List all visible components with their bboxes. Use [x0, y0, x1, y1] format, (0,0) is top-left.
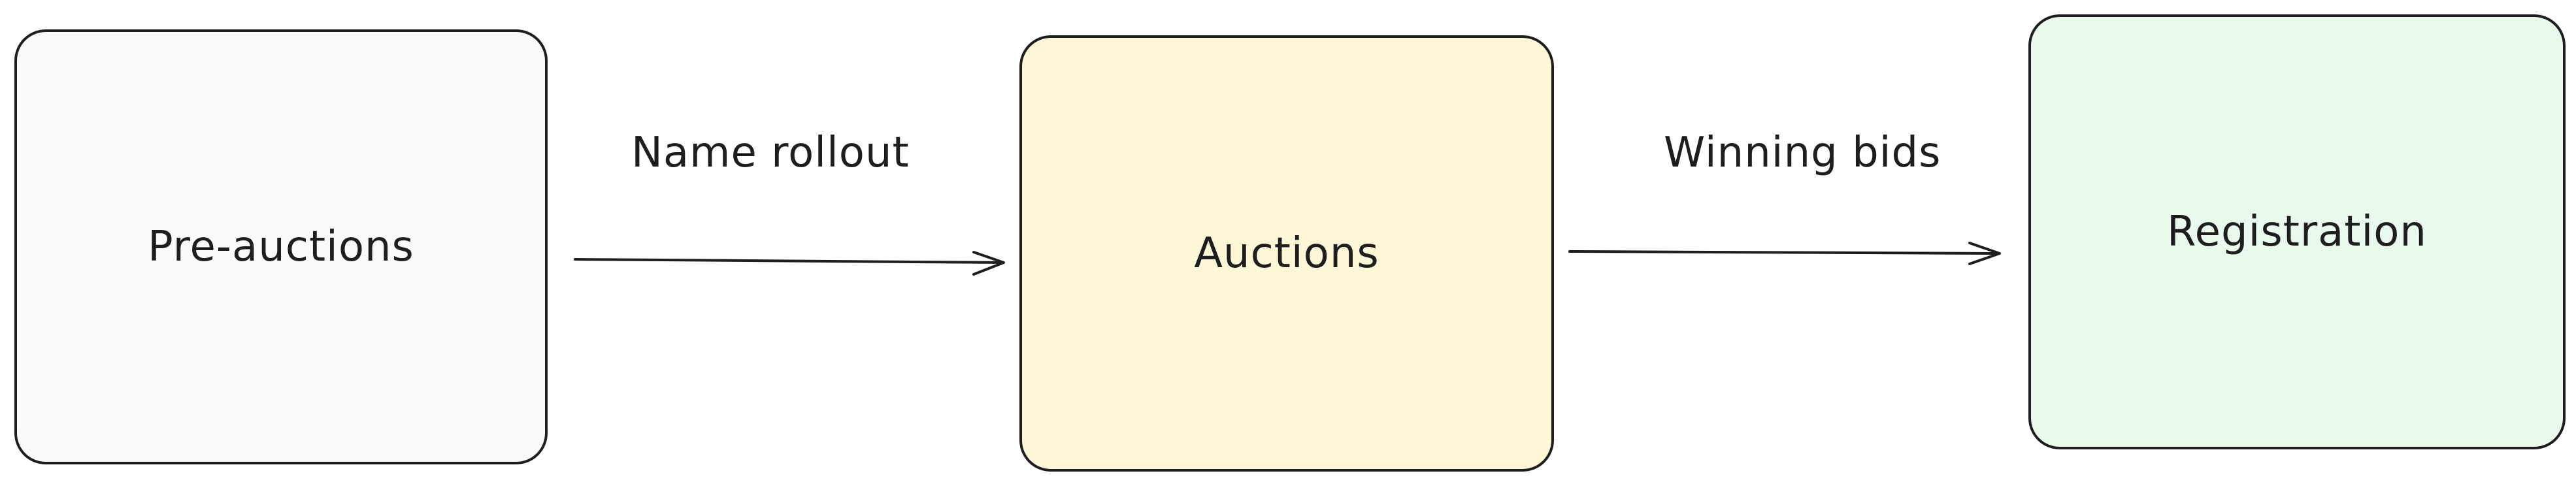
registration-label: Registration: [2167, 208, 2427, 256]
registration-box: Registration: [2028, 14, 2566, 449]
auctions-box: Auctions: [1019, 35, 1554, 472]
arrow-winning-bids-head: [1968, 242, 2001, 265]
auctions-label: Auctions: [1194, 229, 1379, 278]
name-rollout-label: Name rollout: [631, 129, 910, 177]
arrow-winning-bids: [1568, 242, 2001, 265]
pre-auctions-label: Pre-auctions: [148, 223, 414, 271]
pre-auctions-box: Pre-auctions: [14, 29, 548, 464]
arrow-winning-bids-shaft: [1568, 250, 2000, 255]
diagram-canvas: Pre-auctions Auctions Registration Name …: [0, 0, 2576, 484]
arrow-name-rollout-head: [972, 251, 1005, 276]
arrow-name-rollout: [574, 251, 1005, 276]
arrow-name-rollout-shaft: [574, 258, 1004, 264]
winning-bids-label: Winning bids: [1664, 129, 1941, 177]
